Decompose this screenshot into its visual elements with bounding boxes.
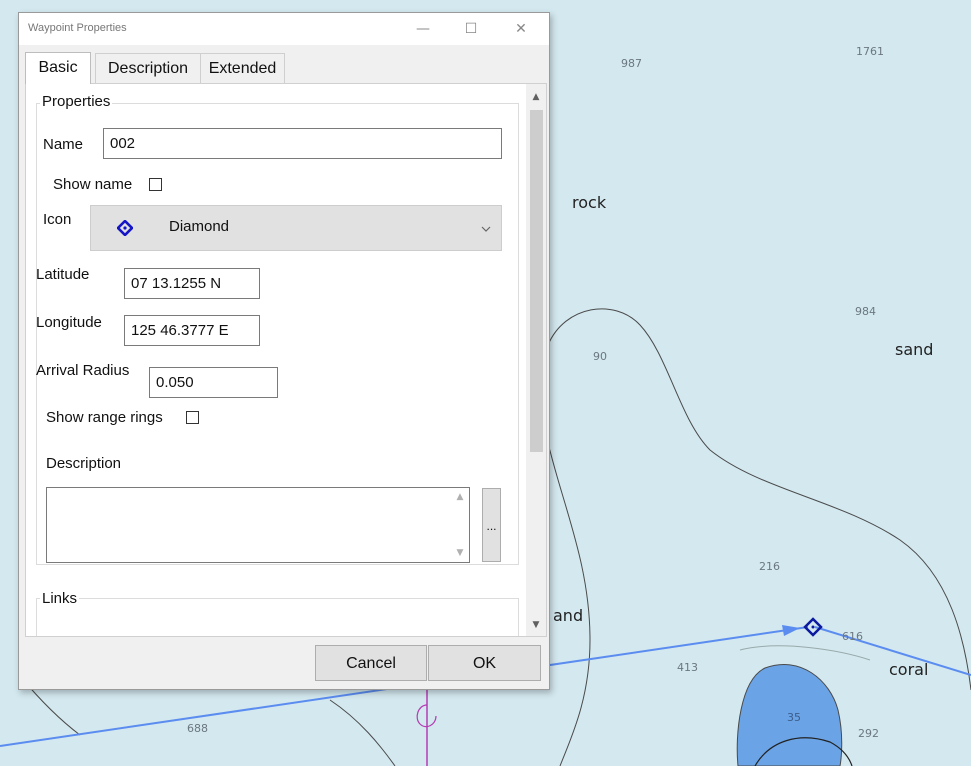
description-edit-button[interactable]: ... (482, 488, 501, 562)
tab-basic[interactable]: Basic (25, 52, 91, 84)
icon-select[interactable]: Diamond (90, 205, 502, 251)
ok-button[interactable]: OK (428, 645, 541, 681)
links-group (36, 598, 519, 636)
close-button[interactable]: ✕ (503, 13, 539, 45)
title-bar[interactable]: Waypoint Properties — ☐ ✕ (19, 13, 549, 45)
scroll-down-icon[interactable]: ▼ (526, 620, 546, 630)
latitude-label: Latitude (36, 266, 90, 283)
cancel-button[interactable]: Cancel (315, 645, 427, 681)
show-range-rings-checkbox[interactable] (186, 411, 199, 424)
maximize-button[interactable]: ☐ (453, 13, 489, 45)
waypoint-properties-dialog: Waypoint Properties — ☐ ✕ Basic Descript… (18, 12, 550, 690)
depth-sounding: 413 (677, 661, 698, 674)
scroll-thumb[interactable] (530, 110, 543, 452)
longitude-input[interactable]: 125 46.3777 E (124, 315, 260, 346)
links-legend: Links (40, 590, 80, 607)
description-textarea[interactable] (46, 487, 470, 563)
seabed-label-rock: rock (572, 193, 607, 212)
tab-extended[interactable]: Extended (200, 53, 285, 83)
panel-scrollbar[interactable]: ▲ ▼ (526, 84, 546, 636)
seabed-label-coral: coral (889, 660, 929, 679)
arrival-radius-label: Arrival Radius (36, 362, 130, 379)
chevron-down-icon (481, 226, 491, 232)
depth-sounding: 616 (842, 630, 863, 643)
show-name-checkbox[interactable] (149, 178, 162, 191)
longitude-label: Longitude (36, 314, 102, 331)
icon-label: Icon (43, 211, 72, 228)
window-title: Waypoint Properties (28, 22, 127, 34)
seabed-label-sand-partial: and (553, 606, 584, 625)
depth-sounding: 292 (858, 727, 879, 740)
basic-tab-panel: Properties Name 002 Show name Icon Diamo… (25, 83, 547, 637)
description-label: Description (46, 455, 122, 472)
diamond-icon (117, 220, 133, 236)
show-range-rings-label: Show range rings (46, 409, 163, 426)
depth-sounding: 35 (787, 711, 801, 724)
scroll-up-icon[interactable]: ▲ (450, 492, 470, 502)
scroll-up-icon[interactable]: ▲ (526, 92, 546, 102)
seabed-label-sand: sand (895, 340, 934, 359)
depth-sounding: 90 (593, 350, 607, 363)
latitude-input[interactable]: 07 13.1255 N (124, 268, 260, 299)
tab-description[interactable]: Description (95, 53, 201, 83)
show-name-label: Show name (53, 176, 133, 193)
depth-sounding: 987 (621, 57, 642, 70)
name-label: Name (43, 136, 84, 153)
depth-sounding: 1761 (856, 45, 884, 58)
properties-legend: Properties (40, 93, 113, 110)
depth-sounding: 984 (855, 305, 876, 318)
depth-sounding: 216 (759, 560, 780, 573)
scroll-down-icon[interactable]: ▼ (450, 548, 470, 558)
name-input[interactable]: 002 (103, 128, 502, 159)
icon-select-value: Diamond (169, 218, 230, 235)
arrival-radius-input[interactable]: 0.050 (149, 367, 278, 398)
description-scrollbar[interactable]: ▲ ▼ (450, 488, 469, 562)
depth-sounding: 688 (187, 722, 208, 735)
minimize-button[interactable]: — (405, 13, 441, 45)
